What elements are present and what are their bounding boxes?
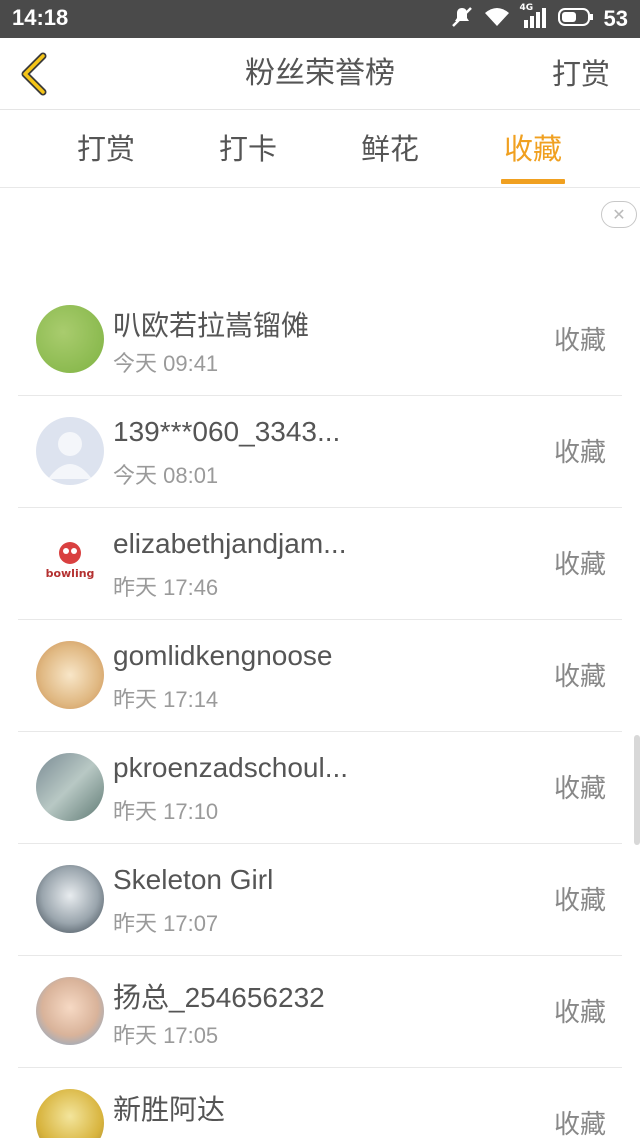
mute-icon (450, 5, 474, 33)
tab-label: 打卡 (218, 132, 277, 166)
avatar (36, 417, 104, 485)
wifi-icon (484, 6, 510, 32)
fan-name: 扬总_254656232 (113, 982, 325, 1013)
list-item[interactable]: 叭欧若拉嵩镏傩 今天 09:41 收藏 (18, 284, 622, 396)
avatar (36, 305, 104, 373)
action-label: 收藏 (553, 886, 606, 916)
battery-icon (557, 7, 594, 31)
list-item[interactable]: Skeleton Girl 昨天 17:07 收藏 (18, 844, 622, 956)
fan-time: 今天 09:41 (113, 351, 219, 376)
svg-text:bowling: bowling (46, 567, 95, 580)
tab-label: 打赏 (76, 132, 135, 166)
action-label: 收藏 (553, 438, 606, 468)
avatar (36, 753, 104, 821)
tab-reward[interactable]: 打赏 (46, 110, 166, 188)
action-label: 收藏 (553, 662, 606, 692)
avatar (36, 865, 104, 933)
scrollbar[interactable] (634, 735, 640, 845)
battery-level: 53 (603, 6, 628, 31)
fan-time: 昨天 17:05 (113, 1023, 219, 1048)
network-type-label: 4G (519, 3, 534, 13)
close-icon: ✕ (612, 205, 626, 224)
fan-name: elizabethjandjam... (113, 528, 347, 559)
fan-time: 昨天 17:46 (113, 575, 219, 600)
fan-name: 叭欧若拉嵩镏傩 (113, 310, 310, 341)
fan-time: 昨天 17:07 (113, 911, 219, 936)
avatar (36, 1089, 104, 1138)
status-bar: 14:18 4G 53 (0, 0, 640, 38)
signal-icon: 4G (519, 3, 548, 33)
action-label: 收藏 (553, 998, 606, 1028)
fan-name: pkroenzadschoul... (113, 752, 349, 783)
action-label: 收藏 (553, 326, 606, 356)
list-item[interactable]: gomlidkengnoose 昨天 17:14 收藏 (18, 620, 622, 732)
fan-name: Skeleton Girl (113, 864, 274, 895)
avatar: bowling (36, 529, 104, 597)
fan-name: gomlidkengnoose (113, 640, 333, 671)
list-item[interactable]: bowling elizabethjandjam... 昨天 17:46 收藏 (18, 508, 622, 620)
list-item[interactable]: 扬总_254656232 昨天 17:05 收藏 (18, 956, 622, 1068)
list-item[interactable]: pkroenzadschoul... 昨天 17:10 收藏 (18, 732, 622, 844)
fan-list: 叭欧若拉嵩镏傩 今天 09:41 收藏 139***060_3343... 今天… (0, 284, 640, 1138)
list-item[interactable]: 新胜阿达 收藏 (18, 1068, 622, 1138)
list-item[interactable]: 139***060_3343... 今天 08:01 收藏 (18, 396, 622, 508)
fan-name: 139***060_3343... (113, 416, 341, 447)
tab-flowers[interactable]: 鲜花 (330, 110, 450, 188)
tab-favorites[interactable]: 收藏 (473, 110, 593, 188)
action-label: 收藏 (553, 774, 606, 804)
fan-time: 昨天 17:10 (113, 799, 219, 824)
avatar (36, 641, 104, 709)
tab-checkin[interactable]: 打卡 (188, 110, 308, 188)
close-ad-button[interactable]: ✕ (601, 201, 637, 228)
action-label: 收藏 (553, 550, 606, 580)
reward-button[interactable]: 打赏 (552, 38, 610, 110)
fan-time: 昨天 17:14 (113, 687, 219, 712)
tab-label: 收藏 (503, 132, 562, 166)
avatar (36, 977, 104, 1045)
tab-bar: 打赏 打卡 鲜花 收藏 (0, 110, 640, 188)
action-label: 收藏 (553, 1110, 606, 1138)
active-tab-indicator (501, 179, 565, 184)
fan-time: 今天 08:01 (113, 463, 219, 488)
page-title: 粉丝荣誉榜 (245, 56, 395, 91)
status-time: 14:18 (12, 5, 69, 30)
fan-name: 新胜阿达 (113, 1094, 226, 1125)
status-icons: 4G 53 (450, 3, 628, 34)
tab-label: 鲜花 (360, 132, 419, 166)
app-header: 粉丝荣誉榜 打赏 (0, 38, 640, 110)
